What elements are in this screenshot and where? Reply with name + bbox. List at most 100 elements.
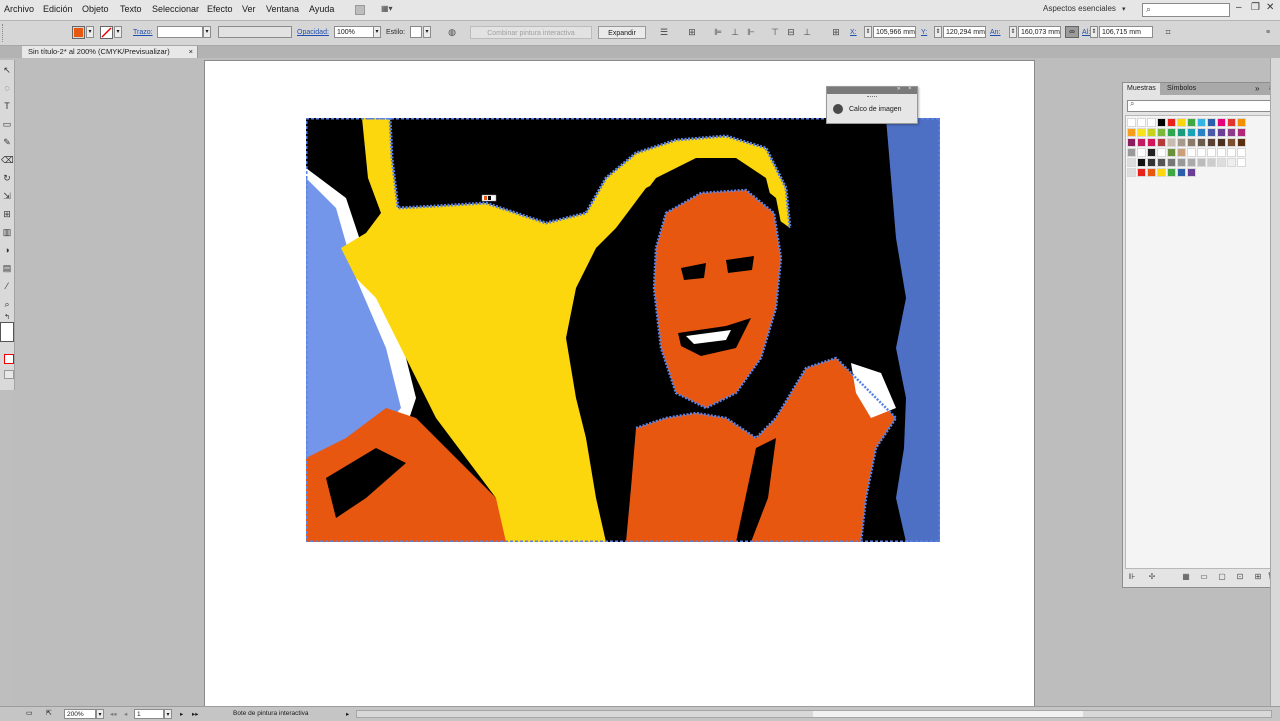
swatch-libraries-icon[interactable]: ⊪ (1127, 572, 1137, 582)
lasso-icon[interactable]: ◌ (1, 82, 13, 94)
opacity-label[interactable]: Opacidad: (297, 29, 329, 36)
align-center-icon[interactable]: ⊥ (729, 27, 741, 38)
workspace-dropdown-icon[interactable]: ▾ (1122, 5, 1126, 13)
opacity-dropdown[interactable]: ▾ (373, 26, 381, 38)
variable-width-field[interactable] (218, 26, 292, 38)
swatch-chip[interactable] (1227, 128, 1236, 137)
stroke-dropdown[interactable]: ▾ (114, 26, 122, 38)
stroke-weight-dropdown[interactable]: ▾ (203, 26, 211, 38)
align-left-icon[interactable]: ⊫ (712, 27, 724, 38)
opacity-field[interactable]: 100% (334, 26, 374, 38)
swatch-chip[interactable] (1127, 148, 1136, 157)
stroke-swatch[interactable] (100, 26, 113, 39)
swatch-chip[interactable] (1167, 148, 1176, 157)
swatch-chip[interactable] (1147, 128, 1156, 137)
menu-archivo[interactable]: Archivo (4, 4, 34, 14)
combine-live-paint-button[interactable]: Combinar pintura interactiva (470, 26, 592, 39)
swatch-chip[interactable] (1157, 138, 1166, 147)
height-label[interactable]: Al: (1082, 29, 1090, 36)
height-field[interactable]: 106,715 mm (1099, 26, 1153, 38)
swatch-chip[interactable] (1177, 128, 1186, 137)
gradient-icon[interactable]: ▥ (1, 226, 13, 238)
swatch-chip[interactable] (1137, 148, 1146, 157)
scale-icon[interactable]: ⇲ (1, 190, 13, 202)
swatch-chip[interactable] (1197, 148, 1206, 157)
swatch-chip[interactable] (1177, 138, 1186, 147)
panel-close-icon[interactable]: × (908, 86, 912, 92)
swatch-chip[interactable] (1157, 148, 1166, 157)
menu-edicion[interactable]: Edición (43, 4, 73, 14)
menu-ayuda[interactable]: Ayuda (309, 4, 334, 14)
swatch-chip[interactable] (1187, 168, 1196, 177)
document-setup-icon[interactable]: ☰ (658, 27, 670, 38)
swatch-chip[interactable] (1147, 148, 1156, 157)
swatch-chip[interactable] (1197, 168, 1206, 177)
graph-icon[interactable]: ▤ (1, 262, 13, 274)
grip-handle[interactable] (2, 24, 6, 42)
swatch-chip[interactable] (1207, 118, 1216, 127)
image-trace-button[interactable]: Calco de imagen (833, 104, 902, 114)
swatch-chip[interactable] (1227, 148, 1236, 157)
live-paint-traced-image[interactable] (306, 118, 940, 542)
swatch-chip[interactable] (1217, 168, 1226, 177)
transform-reference-icon[interactable]: ⊞ (830, 27, 842, 38)
swatch-chip[interactable] (1237, 158, 1246, 167)
swatch-chip[interactable] (1137, 118, 1146, 127)
open-in-bridge-icon[interactable]: ⇱ (46, 709, 58, 719)
swatch-chip[interactable] (1147, 138, 1156, 147)
fill-stroke-icon[interactable] (0, 322, 14, 342)
swatch-chip[interactable] (1157, 128, 1166, 137)
transform-icon[interactable]: ⌗ (1162, 27, 1174, 38)
align-bottom-icon[interactable]: ⊥ (801, 27, 813, 38)
swatch-chip[interactable] (1187, 118, 1196, 127)
first-artboard-icon[interactable]: ◂◂ (110, 710, 117, 718)
swatch-chip[interactable] (1197, 118, 1206, 127)
artboard-dropdown[interactable]: ▾ (164, 709, 172, 719)
style-dropdown[interactable]: ▾ (423, 26, 431, 38)
x-field[interactable]: 105,966 mm (873, 26, 916, 38)
swatch-chip[interactable] (1157, 118, 1166, 127)
swatch-chip[interactable] (1217, 158, 1226, 167)
menu-efecto[interactable]: Efecto (207, 4, 233, 14)
width-field[interactable]: 160,073 mm (1018, 26, 1061, 38)
swatch-chip[interactable] (1177, 158, 1186, 167)
swatch-chip[interactable] (1177, 118, 1186, 127)
close-window-button[interactable]: ✕ (1266, 2, 1274, 13)
swatch-chip[interactable] (1197, 158, 1206, 167)
previous-artboard-icon[interactable]: ◂ (124, 710, 127, 718)
swatch-chip[interactable] (1137, 168, 1146, 177)
swatch-chip[interactable] (1147, 158, 1156, 167)
swatch-chip[interactable] (1217, 128, 1226, 137)
tab-simbolos[interactable]: Símbolos (1163, 83, 1200, 95)
blend-icon[interactable]: ◑ (1, 244, 13, 256)
swatch-chip[interactable] (1177, 168, 1186, 177)
rotate-icon[interactable]: ↻ (1, 172, 13, 184)
artboard-number-field[interactable]: 1 (134, 709, 164, 719)
swatch-chip[interactable] (1167, 118, 1176, 127)
horizontal-scrollbar[interactable] (356, 710, 1272, 718)
y-label[interactable]: Y: (921, 29, 927, 36)
swatch-chip[interactable] (1157, 158, 1166, 167)
eraser-icon[interactable]: ⌫ (1, 154, 14, 166)
y-stepper[interactable]: ⇕ (934, 26, 942, 38)
panel-menu-icon[interactable]: ≡ (1262, 27, 1274, 38)
stroke-label[interactable]: Trazo: (133, 29, 153, 36)
expand-button[interactable]: Expandir (598, 26, 646, 39)
restore-button[interactable]: ❐ (1251, 2, 1260, 13)
swatch-chip[interactable] (1137, 128, 1146, 137)
swatch-chip[interactable] (1227, 168, 1236, 177)
align-top-icon[interactable]: ⊤ (769, 27, 781, 38)
align-right-icon[interactable]: ⊩ (745, 27, 757, 38)
swatch-chip[interactable] (1217, 118, 1226, 127)
menu-ventana[interactable]: Ventana (266, 4, 299, 14)
style-swatch[interactable] (410, 26, 422, 38)
swatch-chip[interactable] (1207, 158, 1216, 167)
width-stepper[interactable]: ⇕ (1009, 26, 1017, 38)
swatch-chip[interactable] (1187, 148, 1196, 157)
swatch-chip[interactable] (1157, 168, 1166, 177)
swatch-chip[interactable] (1167, 128, 1176, 137)
selection-tool-icon[interactable]: ↖ (1, 64, 13, 76)
panel-header[interactable]: » × (827, 86, 917, 94)
eyedropper-icon[interactable]: ⁄ (1, 280, 13, 292)
swatch-chip[interactable] (1167, 158, 1176, 167)
